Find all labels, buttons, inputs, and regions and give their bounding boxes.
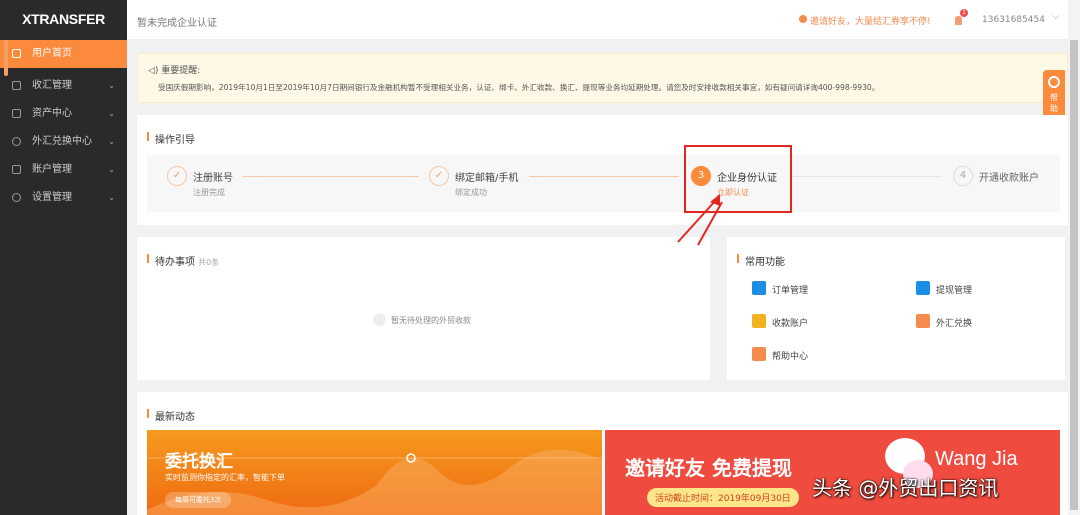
chevron-down-icon[interactable]: ⌵: [1052, 11, 1060, 22]
step-connector: [792, 176, 942, 177]
fx-exchange-link[interactable]: 外汇兑换: [916, 314, 973, 329]
exchange-icon: [916, 314, 930, 328]
label: 收款账户: [772, 319, 809, 329]
step-title: 开通收款账户: [979, 173, 1039, 184]
common-functions-card: 常用功能 订单管理 提现管理 收款账户 外汇兑换 帮助中心: [727, 237, 1065, 380]
check-icon: ✓: [429, 166, 449, 186]
label: 外汇兑换中心: [32, 136, 92, 147]
section-title: 操作引导: [147, 131, 195, 146]
wallet-icon: [12, 109, 21, 118]
guide-card: 操作引导 ✓ 注册账号 注册完成 ✓ 绑定邮箱/手机 绑定成功 3 企业身份认证…: [137, 115, 1068, 225]
banner-subtitle: 实时监测你指定的汇率，智能下单: [165, 473, 285, 482]
step-sub: 注册完成: [193, 188, 225, 197]
label: 订单管理: [772, 286, 809, 296]
label: 外汇兑换: [936, 319, 973, 329]
settings-icon: [12, 193, 21, 202]
watermark: 头条 @外贸出口资讯: [812, 476, 999, 500]
receiving-account-link[interactable]: 收款账户: [752, 314, 809, 329]
gift-icon: [799, 15, 807, 23]
banner-title: 委托换汇: [165, 452, 233, 472]
chevron-down-icon: ⌄: [108, 137, 115, 146]
banner-date: 活动截止时间：2019年09月30日: [647, 488, 799, 507]
bell-icon[interactable]: [955, 16, 962, 25]
step-title: 绑定邮箱/手机: [455, 173, 519, 184]
label: 收汇管理: [32, 80, 72, 91]
user-phone[interactable]: 13631685454: [982, 15, 1045, 25]
step-number: 4: [953, 166, 973, 186]
step-title: 注册账号: [193, 173, 233, 184]
check-icon: ✓: [167, 166, 187, 186]
logo: XTRANSFER: [22, 11, 105, 27]
sidebar: XTRANSFER 用户首页 收汇管理 ⌄ 资产中心 ⌄ 外汇兑换中心 ⌄ 账户管理 ⌄…: [0, 0, 127, 515]
notification-badge: 1: [960, 9, 968, 17]
section-title: 常用功能: [737, 253, 785, 268]
empty-message: 暂无待处理的外贸收款: [391, 316, 471, 325]
order-management-link[interactable]: 订单管理: [752, 281, 809, 296]
label: 用户首页: [32, 48, 72, 59]
exchange-icon: [12, 137, 21, 146]
header: 暂未完成企业认证 邀请好友，大量结汇券享不停! 1 13631685454 ⌵: [127, 0, 1068, 40]
brand-watermark: Wang Jia: [935, 448, 1018, 470]
label: 提现管理: [936, 286, 973, 296]
scroll-handle: [4, 40, 8, 76]
empty-icon: [373, 313, 386, 326]
todo-card: 待办事项 共0条 暂无待处理的外贸收款: [137, 237, 710, 380]
arrow-annotation: [677, 194, 723, 246]
chevron-down-icon: ⌄: [108, 81, 115, 90]
account-icon: [12, 165, 21, 174]
sidebar-item-home[interactable]: 用户首页: [0, 40, 127, 68]
chevron-down-icon: ⌄: [108, 165, 115, 174]
steps: ✓ 注册账号 注册完成 ✓ 绑定邮箱/手机 绑定成功 3 企业身份认证 立即认证…: [147, 155, 1060, 212]
help-center-link[interactable]: 帮助中心: [752, 347, 809, 362]
banner-button[interactable]: 每周可委托3次: [165, 492, 232, 508]
sidebar-item-accounts[interactable]: 账户管理 ⌄: [0, 156, 127, 184]
withdrawal-management-link[interactable]: 提现管理: [916, 281, 973, 296]
banner-entrust-fx[interactable]: 委托换汇 实时监测你指定的汇率，智能下单 每周可委托3次: [147, 430, 602, 515]
section-title: 待办事项 共0条: [147, 253, 219, 268]
scrollbar-thumb[interactable]: [1070, 40, 1078, 510]
notice-title: ◁) 重要提醒:: [148, 63, 200, 76]
title: 待办事项: [155, 257, 195, 268]
label: 资产中心: [32, 108, 72, 119]
sidebar-item-receipts[interactable]: 收汇管理 ⌄: [0, 72, 127, 100]
section-title: 最新动态: [147, 408, 195, 423]
label: 帮助中心: [772, 352, 809, 362]
withdraw-icon: [916, 281, 930, 295]
chevron-down-icon: ⌄: [108, 193, 115, 202]
speaker-icon: ◁): [148, 66, 162, 76]
order-icon: [752, 281, 766, 295]
todo-count: 共0条: [198, 258, 220, 267]
notice-banner: ◁) 重要提醒: 受国庆假期影响，2019年10月1日至2019年10月7日期间…: [137, 53, 1068, 103]
step-connector: [243, 176, 419, 177]
title: 重要提醒:: [161, 66, 201, 76]
step-sub: 绑定成功: [455, 188, 487, 197]
sidebar-item-fx[interactable]: 外汇兑换中心 ⌄: [0, 128, 127, 156]
chevron-down-icon: ⌄: [108, 109, 115, 118]
invite-promo-link[interactable]: 邀请好友，大量结汇券享不停!: [810, 14, 931, 27]
step-connector: [529, 176, 679, 177]
verification-status: 暂未完成企业认证: [137, 18, 217, 29]
home-icon: [12, 49, 21, 58]
sidebar-item-assets[interactable]: 资产中心 ⌄: [0, 100, 127, 128]
label: 设置管理: [32, 192, 72, 203]
label: 账户管理: [32, 164, 72, 175]
banner-title: 邀请好友 免费提现: [625, 456, 792, 480]
sidebar-item-settings[interactable]: 设置管理 ⌄: [0, 184, 127, 212]
chat-icon: [1048, 76, 1060, 88]
account-icon: [752, 314, 766, 328]
receipt-icon: [12, 81, 21, 90]
notice-text: 受国庆假期影响，2019年10月1日至2019年10月7日期间银行及金融机构暂不…: [158, 83, 880, 92]
help-icon: [752, 347, 766, 361]
